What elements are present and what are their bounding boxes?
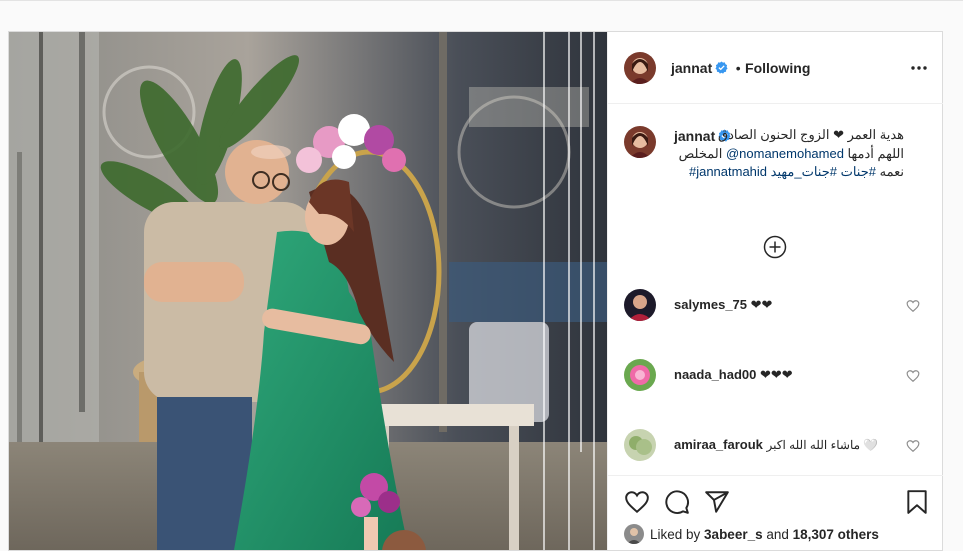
commenter-avatar-image (624, 359, 656, 391)
liker-avatar[interactable] (624, 524, 644, 544)
instagram-post: jannat • Following jannat هدية العمر ❤ ا… (8, 31, 943, 551)
load-more-comments-icon[interactable] (763, 235, 787, 259)
comment-body: ❤❤❤ (760, 367, 793, 382)
save-bookmark-icon[interactable] (904, 489, 930, 515)
caption-username[interactable]: jannat (674, 128, 715, 144)
caption-line-2: اللهم أدمها @nomanemohamed المخلص (674, 145, 904, 163)
author-avatar[interactable] (624, 52, 656, 84)
hashtag-link[interactable]: #جنات (841, 164, 876, 179)
comment-username[interactable]: salymes_75 (674, 297, 747, 312)
caption-text: نعمه (876, 164, 904, 179)
header-author-line: jannat • Following (671, 60, 810, 78)
mention-link[interactable]: @nomanemohamed (726, 146, 844, 161)
caption-text: المخلص (678, 146, 726, 161)
browser-divider (0, 0, 963, 1)
post-photo-illustration (9, 32, 607, 550)
comment-like-heart-icon[interactable] (906, 299, 920, 313)
following-button[interactable]: Following (745, 60, 810, 76)
commenter-avatar-image (624, 429, 656, 461)
hashtag-link[interactable]: #jannatmahid (689, 164, 767, 179)
caption-avatar[interactable] (624, 126, 656, 158)
liker-avatar-image (624, 524, 644, 544)
post-actions-bar: Liked by 3abeer_s and 18,307 others (608, 475, 943, 550)
post-side-panel: jannat • Following jannat هدية العمر ❤ ا… (607, 32, 943, 550)
commenter-avatar[interactable] (624, 289, 656, 321)
comment-username[interactable]: naada_had00 (674, 367, 756, 382)
caption-line-3: نعمه #جنات #جنات_مهيد #jannatmahid (674, 163, 904, 181)
liker-username[interactable]: 3abeer_s (704, 527, 763, 542)
comment-item: amiraa_farouk ماشاء الله الله اكبر 🤍 (624, 429, 924, 461)
likes-middle: and (762, 527, 793, 542)
comment-text: amiraa_farouk ماشاء الله الله اكبر 🤍 (674, 437, 878, 452)
caption-line-1: هدية العمر ❤ الزوج الحنون الصادق (718, 127, 904, 142)
comment-icon[interactable] (664, 489, 690, 515)
author-avatar-image (624, 52, 656, 84)
commenter-avatar[interactable] (624, 359, 656, 391)
comment-text: salymes_75 ❤❤ (674, 297, 772, 313)
comment-item: naada_had00 ❤❤❤ (624, 359, 924, 391)
author-username[interactable]: jannat (671, 60, 712, 76)
bullet-separator: • (735, 60, 741, 76)
commenter-avatar[interactable] (624, 429, 656, 461)
commenter-avatar-image (624, 289, 656, 321)
share-icon[interactable] (704, 489, 730, 515)
likes-summary: Liked by 3abeer_s and 18,307 others (624, 524, 879, 544)
post-header: jannat • Following (608, 32, 943, 104)
like-heart-icon[interactable] (624, 489, 650, 515)
likes-prefix: Liked by (650, 527, 705, 542)
comment-username[interactable]: amiraa_farouk (674, 437, 763, 452)
comment-body: ❤❤ (750, 297, 773, 312)
caption-avatar-image (624, 126, 656, 158)
verified-badge-icon (715, 61, 728, 74)
post-photo[interactable] (9, 32, 607, 550)
comment-like-heart-icon[interactable] (906, 439, 920, 453)
caption-text: اللهم أدمها (843, 146, 904, 161)
hashtag-link[interactable]: #جنات_مهيد (771, 164, 837, 179)
comment-body: ماشاء الله الله اكبر 🤍 (766, 438, 879, 452)
comment-like-heart-icon[interactable] (906, 369, 920, 383)
comment-text: naada_had00 ❤❤❤ (674, 367, 793, 383)
more-options-icon[interactable] (909, 58, 929, 78)
comment-item: salymes_75 ❤❤ (624, 289, 924, 321)
likes-count-link[interactable]: 18,307 others (793, 527, 879, 542)
